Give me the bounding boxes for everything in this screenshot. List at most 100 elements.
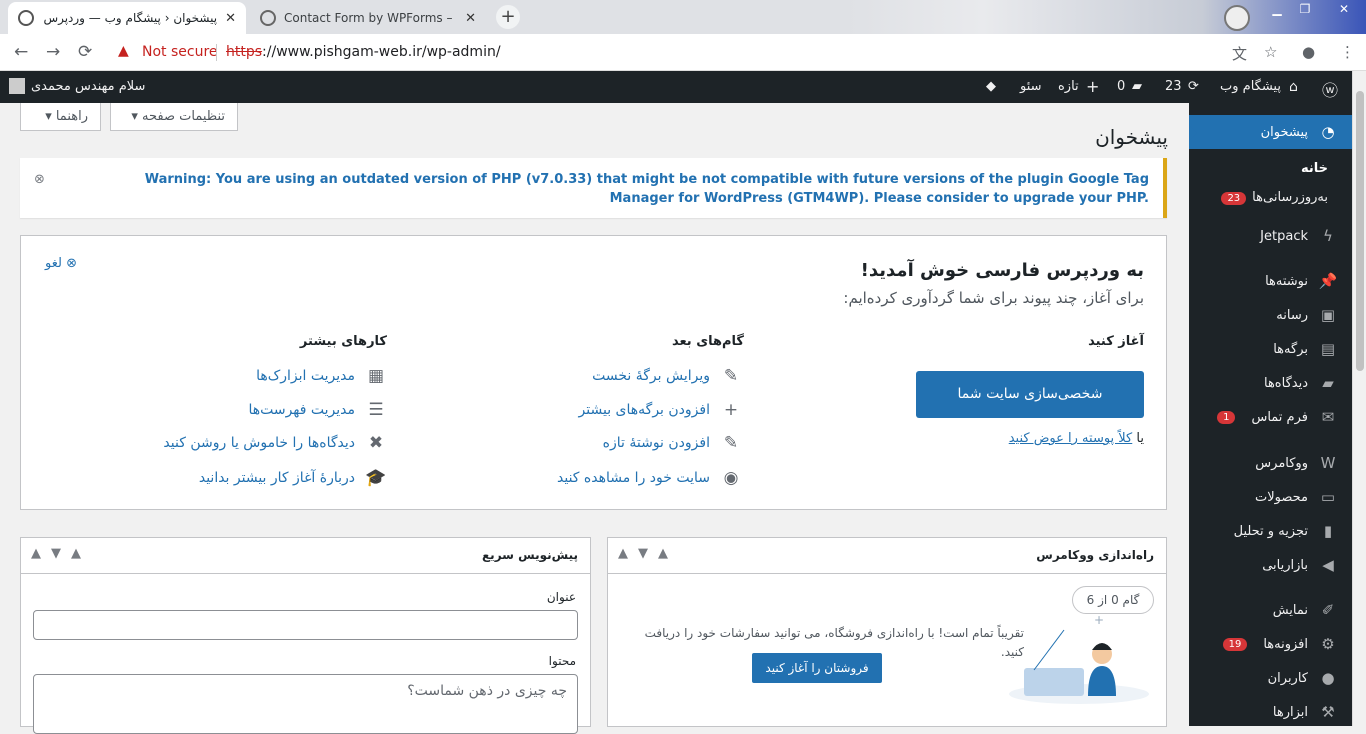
sidebar-item-pages[interactable]: ▤ برگه‌ها	[1189, 332, 1352, 366]
sidebar-sub-home[interactable]: خانه	[1189, 161, 1352, 176]
wordpress-logo-icon[interactable]: ⓦ	[1322, 77, 1338, 101]
admin-bar-comments-count[interactable]: 0	[1117, 79, 1125, 94]
forward-button[interactable]: →	[46, 42, 60, 62]
mail-icon: ✉	[1321, 408, 1335, 426]
sidebar-item-woo[interactable]: W ووکامرس	[1189, 446, 1352, 480]
url-separator	[216, 44, 217, 61]
add-post-link[interactable]: ✎ افزودن نوشتهٔ تازه	[603, 433, 742, 453]
minimize-button[interactable]: ▁	[1262, 0, 1292, 18]
start-selling-button[interactable]: فروشتان را آغاز کنید	[752, 653, 882, 683]
link-label: ویرایش برگهٔ نخست	[592, 368, 710, 384]
reload-button[interactable]: ⟳	[78, 42, 92, 62]
maximize-button[interactable]: ❐	[1290, 0, 1320, 18]
sidebar-item-label: دیدگاه‌ها	[1263, 375, 1308, 391]
plus-icon[interactable]: +	[1086, 77, 1099, 96]
sidebar-item-products[interactable]: ▭ محصولات	[1189, 480, 1352, 514]
welcome-title: به وردپرس فارسی خوش آمدید!	[860, 260, 1144, 281]
updates-icon[interactable]: ⟳	[1188, 79, 1199, 94]
content-placeholder: چه چیزی در ذهن شماست؟	[407, 683, 567, 699]
admin-bar-new[interactable]: تازه	[1058, 79, 1079, 94]
link-label: مدیریت فهرست‌ها	[248, 402, 355, 418]
sidebar-item-label: ووکامرس	[1255, 455, 1308, 471]
sidebar-item-label: بازاریابی	[1262, 557, 1308, 573]
admin-bar-seo[interactable]: سئو	[1020, 79, 1042, 94]
learn-more-link[interactable]: 🎓 دربارهٔ آغاز کار بیشتر بدانید	[199, 468, 387, 488]
profile-icon[interactable]: ●	[1302, 43, 1315, 61]
plugin-icon: ⚙	[1321, 635, 1335, 653]
dismiss-notice-icon[interactable]: ⊗	[34, 172, 45, 187]
url-scheme: https	[226, 44, 263, 60]
pages-icon: ▤	[1320, 340, 1336, 358]
user-avatar[interactable]	[9, 78, 25, 94]
home-icon[interactable]: ⌂	[1289, 79, 1298, 95]
welcome-about: برای آغاز، چند پیوند برای شما گردآوری کر…	[843, 289, 1144, 307]
new-tab-button[interactable]: +	[496, 5, 520, 29]
browser-menu-icon[interactable]: ⋮	[1340, 43, 1355, 61]
sidebar-item-analytics[interactable]: ▮ تجزیه و تحلیل	[1189, 514, 1352, 548]
url-path: ://www.pishgam-web.ir/wp-admin/	[262, 44, 501, 60]
wp-admin-bar: ⓦ ⌂ پیشگام وب ⟳ 23 ▰ 0 + تازه سئو ◆ سلام…	[0, 71, 1352, 103]
dashboard-icon: ◔	[1321, 123, 1335, 141]
sidebar-item-pin[interactable]: 📌 نوشته‌ها	[1189, 264, 1352, 298]
sidebar-item-plugin[interactable]: ⚙ افزونه‌ها 19	[1189, 627, 1352, 661]
dismiss-label: لغو	[45, 256, 62, 271]
close-window-button[interactable]: ✕	[1326, 0, 1362, 18]
view-site-link[interactable]: ◉ سایت خود را مشاهده کنید	[557, 468, 742, 488]
box-title: راه‌اندازی ووکامرس	[1036, 548, 1154, 562]
edit-front-page-link[interactable]: ✎ ویرایش برگهٔ نخست	[592, 366, 742, 386]
sidebar-item-jetpack[interactable]: ϟ Jetpack	[1189, 219, 1352, 253]
sidebar-item-dashboard[interactable]: ◔ پیشخوان	[1189, 115, 1352, 149]
browser-tab-active[interactable]: پیشخوان ‹ پیشگام وب — وردپرس ✕	[8, 2, 246, 34]
page-scrollbar[interactable]	[1352, 71, 1366, 726]
comments-icon[interactable]: ▰	[1132, 79, 1142, 94]
sidebar-item-media[interactable]: ▣ رسانه	[1189, 298, 1352, 332]
screen-options-button[interactable]: تنظیمات صفحه ▾	[110, 103, 238, 131]
comments-off-icon: ✖	[368, 433, 384, 453]
help-button[interactable]: راهنما ▾	[20, 103, 101, 131]
menu-badge: 19	[1222, 637, 1248, 651]
tab-title: پیشخوان ‹ پیشگام وب — وردپرس	[43, 11, 218, 25]
seo-diamond-icon[interactable]: ◆	[986, 79, 996, 94]
scrollbar-thumb[interactable]	[1356, 91, 1364, 371]
sidebar-item-label: نوشته‌ها	[1265, 273, 1308, 289]
welcome-dismiss[interactable]: ⊗ لغو	[45, 256, 77, 271]
sidebar-item-label: محصولات	[1255, 489, 1308, 505]
admin-bar-greeting[interactable]: سلام مهندس محمدی	[31, 79, 145, 94]
security-label[interactable]: Not secure	[142, 44, 218, 60]
view-icon: ◉	[723, 468, 739, 488]
browser-profile-icon[interactable]	[1224, 5, 1250, 31]
customize-site-button[interactable]: شخصی‌سازی سایت شما	[916, 371, 1144, 418]
sidebar-item-megaphone[interactable]: ◀ بازاریابی	[1189, 548, 1352, 582]
sidebar-item-label: Jetpack	[1260, 228, 1308, 244]
edit-icon: ✎	[723, 433, 739, 453]
widgets-icon: ▦	[367, 366, 385, 386]
admin-bar-updates-count[interactable]: 23	[1165, 79, 1182, 94]
sidebar-item-wrench[interactable]: ⚒ ابزارها	[1189, 695, 1352, 729]
sidebar-item-brush[interactable]: ✐ نمایش	[1189, 593, 1352, 627]
address-bar[interactable]: https://www.pishgam-web.ir/wp-admin/	[226, 44, 501, 60]
box-controls[interactable]: ▲▼▲	[618, 546, 678, 561]
manage-widgets-link[interactable]: ▦ مدیریت ابزارک‌ها	[256, 366, 387, 386]
manage-menus-link[interactable]: ☰ مدیریت فهرست‌ها	[248, 400, 387, 420]
page-title: پیشخوان	[1095, 125, 1168, 149]
link-label: دیدگاه‌ها را خاموش یا روشن کنید	[163, 435, 355, 451]
tab-close-icon[interactable]: ✕	[225, 11, 236, 26]
box-controls[interactable]: ▲▼▲	[31, 546, 91, 561]
tab-close-icon[interactable]: ✕	[465, 11, 476, 26]
sidebar-item-user[interactable]: ● کاربران	[1189, 661, 1352, 695]
warning-icon[interactable]: ▲	[118, 43, 129, 59]
sidebar-item-mail[interactable]: ✉ فرم تماس 1	[1189, 400, 1352, 434]
sidebar-item-comment[interactable]: ▰ دیدگاه‌ها	[1189, 366, 1352, 400]
bookmark-star-icon[interactable]: ☆	[1264, 43, 1277, 61]
back-button[interactable]: ←	[14, 42, 28, 62]
sidebar-sub-updates[interactable]: به‌روزرسانی‌ها 23	[1189, 190, 1352, 205]
browser-tab[interactable]: Contact Form by WPForms – Dra ✕	[250, 2, 486, 34]
draft-content-textarea[interactable]: چه چیزی در ذهن شماست؟	[33, 674, 578, 734]
add-pages-link[interactable]: + افزودن برگه‌های بیشتر	[579, 400, 742, 420]
toggle-comments-link[interactable]: ✖ دیدگاه‌ها را خاموش یا روشن کنید	[163, 433, 387, 453]
change-theme-link[interactable]: کلاً پوسته را عوض کنید	[1009, 431, 1133, 446]
translate-icon[interactable]: 文	[1232, 43, 1247, 64]
admin-bar-site-name[interactable]: پیشگام وب	[1220, 79, 1281, 94]
pin-icon: 📌	[1318, 272, 1338, 290]
draft-title-input[interactable]	[33, 610, 578, 640]
